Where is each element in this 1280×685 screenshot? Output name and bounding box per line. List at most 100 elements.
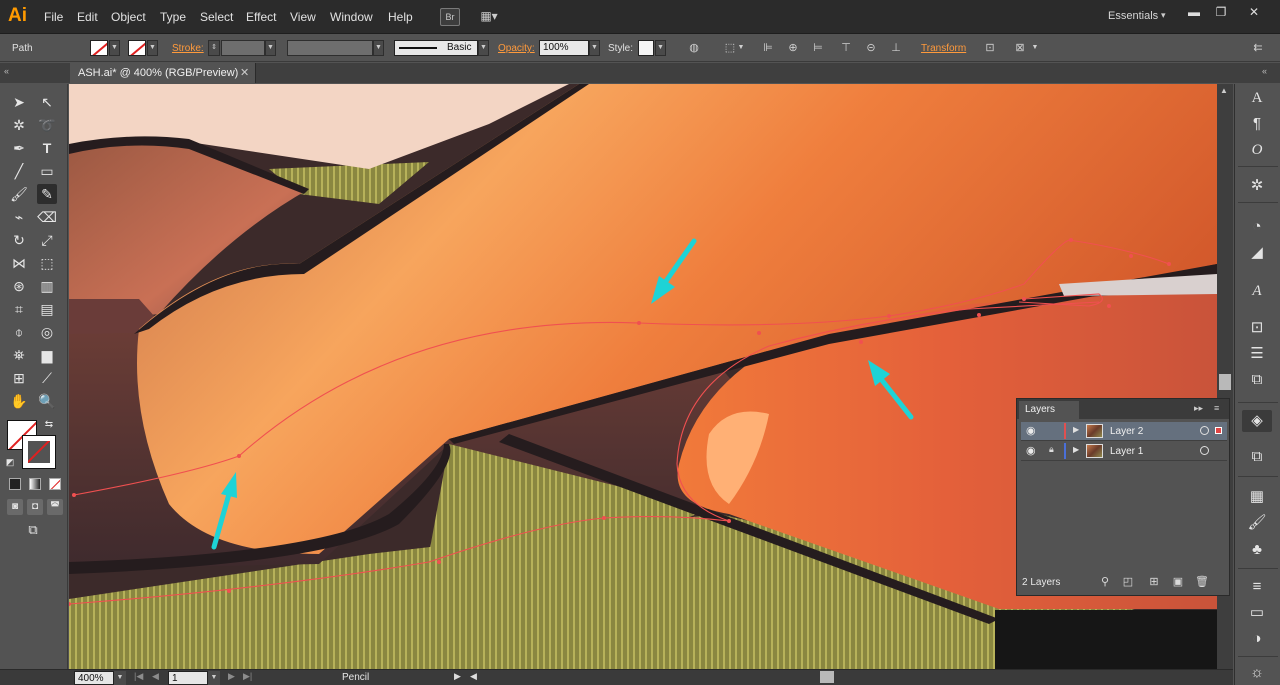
default-colors-icon[interactable]: ◩: [4, 456, 16, 468]
blend-tool-icon[interactable]: ◎: [37, 322, 57, 342]
menu-object[interactable]: Object: [111, 10, 146, 24]
lock-icon[interactable]: 🔒︎: [1049, 444, 1054, 455]
column-graph-tool-icon[interactable]: ▆: [37, 345, 57, 365]
chevron-down-icon[interactable]: ▾: [1161, 10, 1166, 21]
close-button[interactable]: ✕: [1243, 5, 1265, 19]
eraser-tool-icon[interactable]: ⌫: [37, 207, 57, 227]
layer-name[interactable]: Layer 2: [1110, 426, 1143, 437]
width-tool-icon[interactable]: ⋈: [9, 253, 29, 273]
free-transform-tool-icon[interactable]: ⬚: [37, 253, 57, 273]
brushes-panel-icon[interactable]: 🖌: [1242, 512, 1272, 534]
pen-tool-icon[interactable]: ✒: [9, 138, 29, 158]
pencil-tool-icon[interactable]: ✎: [37, 184, 57, 204]
magic-wand-tool-icon[interactable]: ✲: [9, 115, 29, 135]
bridge-button[interactable]: Br: [440, 8, 460, 26]
create-sublayer-icon[interactable]: ⊞: [1147, 575, 1161, 589]
transform-panel-icon[interactable]: ⊡: [1242, 317, 1272, 339]
collapse-dock-icon[interactable]: «: [1262, 66, 1267, 76]
chevron-down-icon[interactable]: ▼: [114, 671, 126, 685]
first-artboard-icon[interactable]: |◀: [134, 671, 143, 682]
stroke-link[interactable]: Stroke:: [172, 43, 204, 54]
align-top-icon[interactable]: ⊤: [838, 41, 854, 55]
shape-builder-tool-icon[interactable]: ⊛: [9, 276, 29, 296]
stroke-weight-stepper[interactable]: ⇕: [208, 40, 220, 56]
appearance-panel-icon[interactable]: ☼: [1242, 662, 1272, 684]
locate-object-icon[interactable]: ⚲: [1098, 575, 1112, 589]
graphic-style-swatch[interactable]: [638, 40, 654, 56]
symbols-club-panel-icon[interactable]: ♣: [1242, 539, 1272, 561]
restore-button[interactable]: ❐: [1210, 5, 1232, 19]
zoom-tool-icon[interactable]: 🔍: [37, 391, 57, 411]
symbol-sprayer-tool-icon[interactable]: ⛯: [9, 345, 29, 365]
stroke-weight-field[interactable]: [221, 40, 265, 56]
type-tool-icon[interactable]: T: [37, 138, 57, 158]
eyedropper-tool-icon[interactable]: ⌽: [9, 322, 29, 342]
menu-window[interactable]: Window: [330, 10, 373, 24]
expand-arrow-icon[interactable]: ▶: [1073, 445, 1079, 454]
target-circle-icon[interactable]: [1200, 446, 1209, 455]
chevron-down-icon[interactable]: ▼: [589, 40, 600, 56]
color-guide-panel-icon[interactable]: ◔: [1242, 216, 1272, 238]
brush-definition[interactable]: Basic: [394, 40, 478, 56]
scroll-left-icon[interactable]: ◀: [470, 671, 477, 682]
create-new-layer-icon[interactable]: ▣: [1171, 575, 1185, 589]
opentype-panel-icon[interactable]: O: [1242, 139, 1272, 161]
minimize-button[interactable]: ▬: [1183, 5, 1205, 19]
transparency-panel-icon[interactable]: ◑: [1242, 628, 1272, 650]
collapse-panel-icon[interactable]: ▸▸: [1194, 403, 1203, 414]
menu-help[interactable]: Help: [388, 10, 413, 24]
chevron-down-icon[interactable]: ▼: [208, 671, 220, 685]
workspace-switcher[interactable]: Essentials: [1108, 10, 1158, 22]
character-panel-icon[interactable]: A: [1242, 87, 1272, 109]
menu-edit[interactable]: Edit: [77, 10, 98, 24]
layer-row-layer-2[interactable]: ◉ ▶ Layer 2: [1021, 422, 1227, 441]
make-clipping-mask-icon[interactable]: ◰: [1121, 575, 1135, 589]
draw-normal-icon[interactable]: ◙: [7, 499, 23, 515]
blob-brush-tool-icon[interactable]: ⌁: [9, 207, 29, 227]
chevron-down-icon[interactable]: ▼: [736, 41, 746, 55]
stroke-color-swatch[interactable]: [22, 435, 56, 469]
line-segment-tool-icon[interactable]: ╱: [9, 161, 29, 181]
lasso-tool-icon[interactable]: ➰: [37, 115, 57, 135]
visibility-eye-icon[interactable]: ◉: [1026, 444, 1036, 457]
scroll-up-icon[interactable]: ▲: [1220, 86, 1228, 95]
layer-name[interactable]: Layer 1: [1110, 446, 1143, 457]
pathfinder-panel-icon[interactable]: ⧉: [1242, 369, 1272, 391]
slice-tool-icon[interactable]: ⟋: [37, 368, 57, 388]
collapse-toolbox-icon[interactable]: «: [4, 66, 9, 76]
next-artboard-icon[interactable]: ▶: [228, 671, 235, 682]
align-bottom-icon[interactable]: ⊥: [888, 41, 904, 55]
align-center-icon[interactable]: ⊕: [785, 41, 801, 55]
chevron-down-icon[interactable]: ▼: [265, 40, 276, 56]
draw-inside-icon[interactable]: ◚: [47, 499, 63, 515]
control-panel-menu-icon[interactable]: ⇇: [1250, 41, 1266, 55]
previous-artboard-icon[interactable]: ◀: [152, 671, 159, 682]
draw-behind-icon[interactable]: ◘: [27, 499, 43, 515]
align-right-icon[interactable]: ⊨: [810, 41, 826, 55]
gradient-tool-icon[interactable]: ▤: [37, 299, 57, 319]
menu-effect[interactable]: Effect: [246, 10, 276, 24]
chevron-down-icon[interactable]: ▼: [1030, 41, 1040, 55]
stroke-swatch[interactable]: [128, 40, 146, 56]
chevron-down-icon[interactable]: ▼: [147, 40, 158, 56]
scale-tool-icon[interactable]: ⤢: [37, 230, 57, 250]
perspective-grid-tool-icon[interactable]: ▥: [37, 276, 57, 296]
isolate-object-icon[interactable]: ⊡: [982, 41, 998, 55]
chevron-down-icon[interactable]: ▼: [373, 40, 384, 56]
target-circle-icon[interactable]: [1200, 426, 1209, 435]
recolor-artwork-icon[interactable]: ◍: [686, 41, 702, 55]
opacity-field[interactable]: 100%: [539, 40, 589, 56]
none-mode-icon[interactable]: [49, 478, 61, 490]
menu-select[interactable]: Select: [200, 10, 233, 24]
menu-view[interactable]: View: [290, 10, 316, 24]
align-panel-icon[interactable]: ☰: [1242, 343, 1272, 365]
swatches-panel-icon[interactable]: ▦: [1242, 486, 1272, 508]
transform-link[interactable]: Transform: [921, 43, 966, 54]
swap-colors-icon[interactable]: ⇆: [42, 418, 56, 432]
opacity-link[interactable]: Opacity:: [498, 43, 535, 54]
layer-row-layer-1[interactable]: ◉ 🔒︎ ▶ Layer 1: [1021, 442, 1227, 461]
menu-file[interactable]: File: [44, 10, 63, 24]
artboard-tool-icon[interactable]: ⊞: [9, 368, 29, 388]
mesh-tool-icon[interactable]: ⌗: [9, 299, 29, 319]
paintbrush-tool-icon[interactable]: 🖌: [9, 184, 29, 204]
